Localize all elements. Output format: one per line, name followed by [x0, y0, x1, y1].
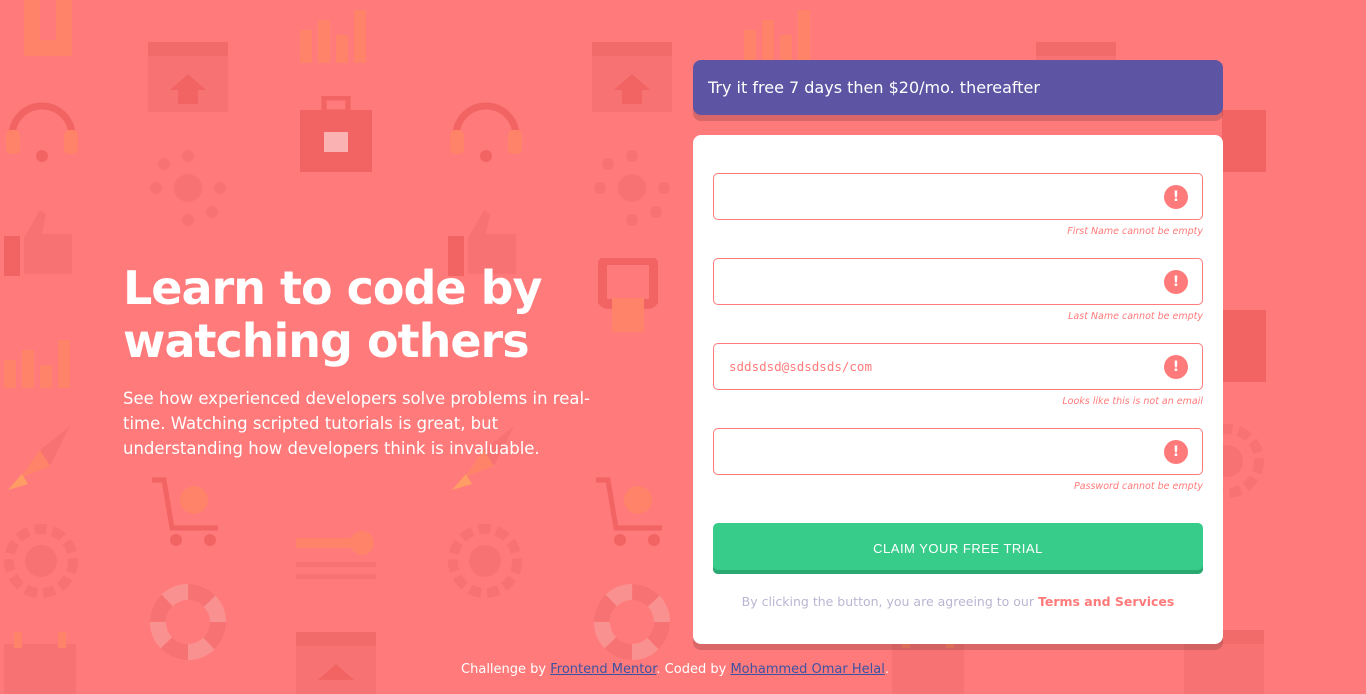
password-group: ! Password cannot be empty: [713, 428, 1203, 492]
headset-icon: [6, 102, 78, 162]
hero-title: Learn to code by watching others: [123, 262, 643, 368]
browser-icon: [148, 42, 228, 112]
terms-link[interactable]: Terms and Services: [1038, 594, 1174, 609]
gear-icon: [4, 524, 78, 598]
padlock-icon: [24, 0, 72, 56]
email-error: Looks like this is not an email: [1062, 396, 1203, 407]
thumbs-up-icon: [4, 210, 72, 276]
gear-icon: [1222, 310, 1266, 382]
terms-notice: By clicking the button, you are agreeing…: [693, 594, 1223, 609]
password-box: !: [713, 428, 1203, 475]
lifebuoy-icon: [594, 584, 670, 660]
claim-trial-button[interactable]: CLAIM YOUR FREE TRIAL: [713, 523, 1203, 574]
error-icon: !: [1164, 355, 1188, 379]
cart-icon: [596, 477, 662, 546]
toolbox-icon: [300, 96, 372, 172]
headset-icon: [450, 102, 522, 162]
gear-icon: [448, 524, 522, 598]
attribution-suffix: .: [884, 662, 889, 677]
rocket-icon: [8, 426, 70, 490]
terms-prefix: By clicking the button, you are agreeing…: [741, 594, 1038, 609]
chart-icon: [4, 340, 70, 388]
attribution-prefix: Challenge by: [461, 662, 551, 677]
hub-icon: [594, 150, 670, 226]
key-icon: [296, 531, 376, 579]
hero-title-line-2: watching others: [123, 314, 530, 368]
chart-icon: [744, 10, 810, 63]
password-input[interactable]: [714, 429, 1149, 474]
chart-icon: [300, 10, 366, 63]
last-name-input[interactable]: [714, 259, 1149, 304]
attribution-middle: . Coded by: [656, 662, 731, 677]
first-name-input[interactable]: [714, 174, 1149, 219]
password-error: Password cannot be empty: [1073, 481, 1203, 492]
hub-icon: [150, 150, 226, 226]
signup-form: ! First Name cannot be empty ! Last Name…: [693, 135, 1223, 644]
cart-icon: [152, 477, 218, 546]
promo-text: Try it free 7 days then $20/mo. thereaft…: [708, 78, 1040, 97]
email-box: !: [713, 343, 1203, 390]
email-input[interactable]: [714, 344, 1149, 389]
error-icon: !: [1164, 440, 1188, 464]
frontend-mentor-link[interactable]: Frontend Mentor: [550, 662, 656, 677]
browser-icon: [592, 42, 672, 112]
error-icon: !: [1164, 185, 1188, 209]
first-name-group: ! First Name cannot be empty: [713, 173, 1203, 237]
first-name-box: !: [713, 173, 1203, 220]
error-icon: !: [1164, 270, 1188, 294]
attribution: Challenge by Frontend Mentor. Coded by M…: [0, 662, 1350, 677]
promo-highlight: Try it free 7 days: [708, 78, 843, 97]
email-group: ! Looks like this is not an email: [713, 343, 1203, 407]
first-name-error: First Name cannot be empty: [1067, 226, 1203, 237]
last-name-error: Last Name cannot be empty: [1068, 311, 1203, 322]
hero-title-line-1: Learn to code by: [123, 261, 543, 315]
toolbox-icon: [1222, 110, 1266, 172]
hero-section: Learn to code by watching others See how…: [123, 262, 643, 461]
promo-rest: then $20/mo. thereafter: [842, 78, 1040, 97]
last-name-box: !: [713, 258, 1203, 305]
hero-description: See how experienced developers solve pro…: [123, 389, 591, 458]
author-link[interactable]: Mohammed Omar Helal: [730, 662, 884, 677]
last-name-group: ! Last Name cannot be empty: [713, 258, 1203, 322]
lifebuoy-icon: [150, 584, 226, 660]
promo-banner: Try it free 7 days then $20/mo. thereaft…: [693, 60, 1223, 115]
